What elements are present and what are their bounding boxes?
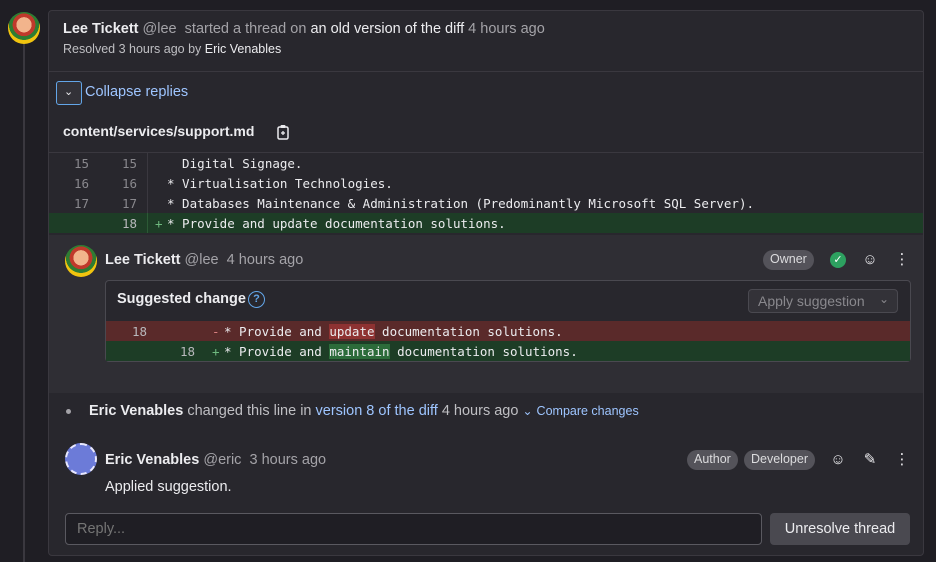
- more-actions-icon[interactable]: ⋮: [892, 250, 912, 270]
- author-name[interactable]: Lee Tickett: [63, 21, 139, 37]
- new-line-number[interactable]: 18: [97, 216, 137, 231]
- chevron-down-icon[interactable]: ⌄: [522, 404, 532, 418]
- diff-code: * Virtualisation Technologies.: [167, 176, 393, 191]
- reply-input[interactable]: [65, 513, 762, 545]
- system-note: Eric Venables changed this line in versi…: [89, 403, 639, 419]
- code-text: * Provide and: [224, 324, 330, 339]
- thread-action: started a thread on: [184, 21, 307, 37]
- author-name[interactable]: Eric Venables: [105, 452, 199, 468]
- old-line-number[interactable]: 16: [49, 176, 89, 191]
- diff-gutter: [147, 153, 148, 173]
- new-line-number[interactable]: 17: [97, 196, 137, 211]
- author-handle[interactable]: @lee: [185, 252, 219, 268]
- author-name[interactable]: Eric Venables: [89, 403, 183, 419]
- author-name[interactable]: Lee Tickett: [105, 252, 181, 268]
- apply-suggestion-label: Apply suggestion: [758, 293, 865, 309]
- suggestion-removed-line: 18 - * Provide and update documentation …: [106, 321, 910, 341]
- system-note-text: changed this line in: [187, 403, 312, 419]
- emoji-reaction-icon[interactable]: ☺: [828, 450, 848, 470]
- diff-line: 17 17 * Databases Maintenance & Administ…: [49, 193, 923, 213]
- note-body: Applied suggestion.: [105, 479, 232, 495]
- resolved-check-icon[interactable]: ✓: [830, 252, 846, 268]
- compare-changes-link[interactable]: Compare changes: [537, 404, 639, 418]
- author-handle[interactable]: @eric: [203, 452, 241, 468]
- diff-version-link[interactable]: an old version of the diff: [310, 21, 464, 37]
- emoji-reaction-icon[interactable]: ☺: [860, 250, 880, 270]
- system-note-dot: [66, 409, 71, 414]
- help-icon[interactable]: ?: [248, 291, 265, 308]
- diff-code: Digital Signage.: [167, 156, 303, 171]
- new-line-number[interactable]: 16: [97, 176, 137, 191]
- old-line-number[interactable]: 17: [49, 196, 89, 211]
- resolved-status: Resolved 3 hours ago by Eric Venables: [63, 42, 281, 56]
- diff-table: 15 15 Digital Signage. 16 16 * Virtualis…: [49, 153, 923, 233]
- suggestion-code: * Provide and update documentation solut…: [224, 324, 563, 339]
- diff-line: 15 15 Digital Signage.: [49, 153, 923, 173]
- diff-version-link[interactable]: version 8 of the diff: [316, 403, 438, 419]
- diff-code: * Provide and update documentation solut…: [167, 216, 506, 231]
- file-name[interactable]: content/services/support.md: [63, 123, 254, 139]
- note-header: Eric Venables @eric 3 hours ago: [105, 452, 326, 468]
- apply-suggestion-button[interactable]: Apply suggestion ⌄: [748, 289, 898, 313]
- divider: [49, 71, 923, 72]
- diff-gutter: [147, 213, 148, 233]
- diff-marker: +: [155, 216, 163, 231]
- unresolve-thread-button[interactable]: Unresolve thread: [770, 513, 910, 545]
- code-text: documentation solutions.: [389, 344, 578, 359]
- diff-line: 16 16 * Virtualisation Technologies.: [49, 173, 923, 193]
- diff-gutter: [147, 173, 148, 193]
- thread-header-line: Lee Tickett @lee started a thread on an …: [63, 21, 545, 37]
- owner-badge: Owner: [763, 250, 814, 270]
- more-actions-icon[interactable]: ⋮: [892, 450, 912, 470]
- suggestion-added-line: 18 + * Provide and maintain documentatio…: [106, 341, 910, 361]
- thread-header: Lee Tickett @lee started a thread on an …: [49, 11, 923, 71]
- copy-icon[interactable]: [276, 124, 290, 140]
- edit-icon[interactable]: ✎: [860, 450, 880, 470]
- new-line-number[interactable]: 15: [97, 156, 137, 171]
- discussion-thread: Lee Tickett @lee started a thread on an …: [48, 10, 924, 556]
- old-line-number: 18: [132, 324, 148, 339]
- avatar[interactable]: [65, 443, 97, 475]
- author-handle[interactable]: @lee: [143, 21, 177, 37]
- suggestion-code: * Provide and maintain documentation sol…: [224, 344, 578, 359]
- resolved-by[interactable]: Eric Venables: [205, 42, 281, 56]
- chevron-down-icon: ⌄: [64, 86, 74, 98]
- removed-word: update: [329, 324, 375, 339]
- chevron-down-icon: ⌄: [879, 292, 890, 306]
- resolved-text: Resolved 3 hours ago by: [63, 42, 202, 56]
- diff-line-added: 18 + * Provide and update documentation …: [49, 213, 923, 233]
- suggested-change: Suggested change ? Apply suggestion ⌄ 18…: [105, 280, 911, 362]
- code-text: documentation solutions.: [374, 324, 563, 339]
- new-line-number: 18: [180, 344, 196, 359]
- role-badge: Developer: [744, 450, 815, 470]
- avatar[interactable]: [65, 245, 97, 277]
- diff-marker: -: [212, 324, 220, 339]
- note-time[interactable]: 3 hours ago: [250, 452, 327, 468]
- collapse-replies-button[interactable]: ⌄: [56, 81, 82, 105]
- note-header: Lee Tickett @lee 4 hours ago: [105, 252, 303, 268]
- old-line-number[interactable]: 15: [49, 156, 89, 171]
- thread-time: 4 hours ago: [468, 21, 545, 37]
- author-badge: Author: [687, 450, 738, 470]
- code-text: * Provide and: [224, 344, 330, 359]
- timeline-line: [23, 40, 25, 562]
- added-word: maintain: [329, 344, 390, 359]
- note-time[interactable]: 4 hours ago: [227, 252, 304, 268]
- diff-marker: +: [212, 344, 220, 359]
- diff-gutter: [147, 193, 148, 213]
- collapse-replies-link[interactable]: Collapse replies: [85, 84, 188, 100]
- diff-code: * Databases Maintenance & Administration…: [167, 196, 754, 211]
- avatar[interactable]: [8, 12, 40, 44]
- system-note-time[interactable]: 4 hours ago: [442, 403, 519, 419]
- suggestion-title: Suggested change: [117, 291, 246, 307]
